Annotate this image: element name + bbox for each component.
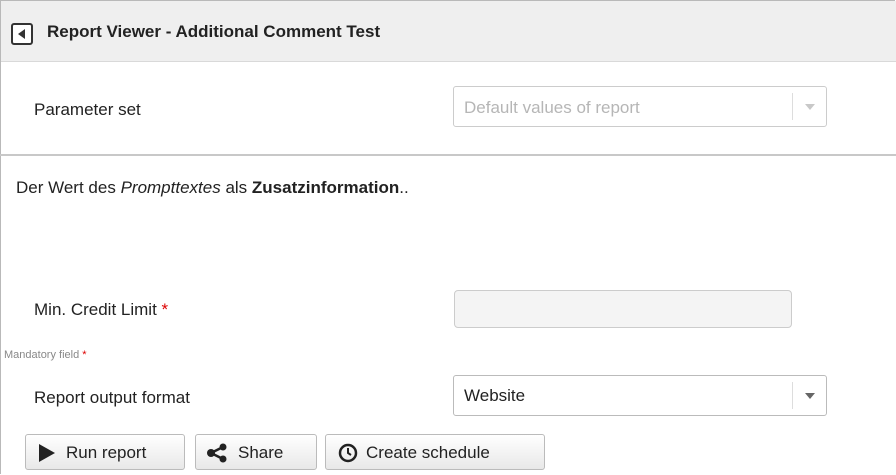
info-text: Der Wert des Prompttextes als Zusatzinfo… — [16, 178, 409, 197]
select-divider — [792, 93, 793, 120]
output-format-value: Website — [464, 386, 526, 405]
parameter-set-value: Default values of report — [464, 98, 640, 117]
back-arrow-icon — [18, 29, 25, 39]
output-format-label: Report output format — [34, 388, 190, 407]
output-format-select[interactable]: Website — [453, 375, 827, 416]
share-label: Share — [238, 443, 284, 462]
play-icon — [39, 444, 55, 462]
chevron-down-icon — [805, 104, 815, 110]
parameter-set-select: Default values of report — [453, 86, 827, 127]
required-marker: * — [161, 300, 169, 319]
run-report-label: Run report — [66, 443, 147, 462]
page-title: Report Viewer - Additional Comment Test — [47, 22, 381, 41]
section-divider — [0, 154, 896, 156]
create-schedule-label: Create schedule — [366, 443, 490, 462]
run-report-button[interactable]: Run report — [25, 434, 185, 470]
share-button[interactable]: Share — [195, 434, 317, 470]
clock-icon — [338, 443, 358, 463]
credit-limit-input[interactable] — [454, 290, 792, 328]
chevron-down-icon — [805, 393, 815, 399]
back-button[interactable] — [11, 23, 33, 45]
parameter-set-label: Parameter set — [34, 100, 141, 119]
select-divider — [792, 382, 793, 409]
title-bar: Report Viewer - Additional Comment Test — [1, 1, 896, 62]
credit-limit-label: Min. Credit Limit * — [34, 300, 169, 319]
mandatory-field-note: Mandatory field * — [4, 349, 87, 361]
share-icon — [207, 443, 227, 463]
create-schedule-button[interactable]: Create schedule — [325, 434, 545, 470]
